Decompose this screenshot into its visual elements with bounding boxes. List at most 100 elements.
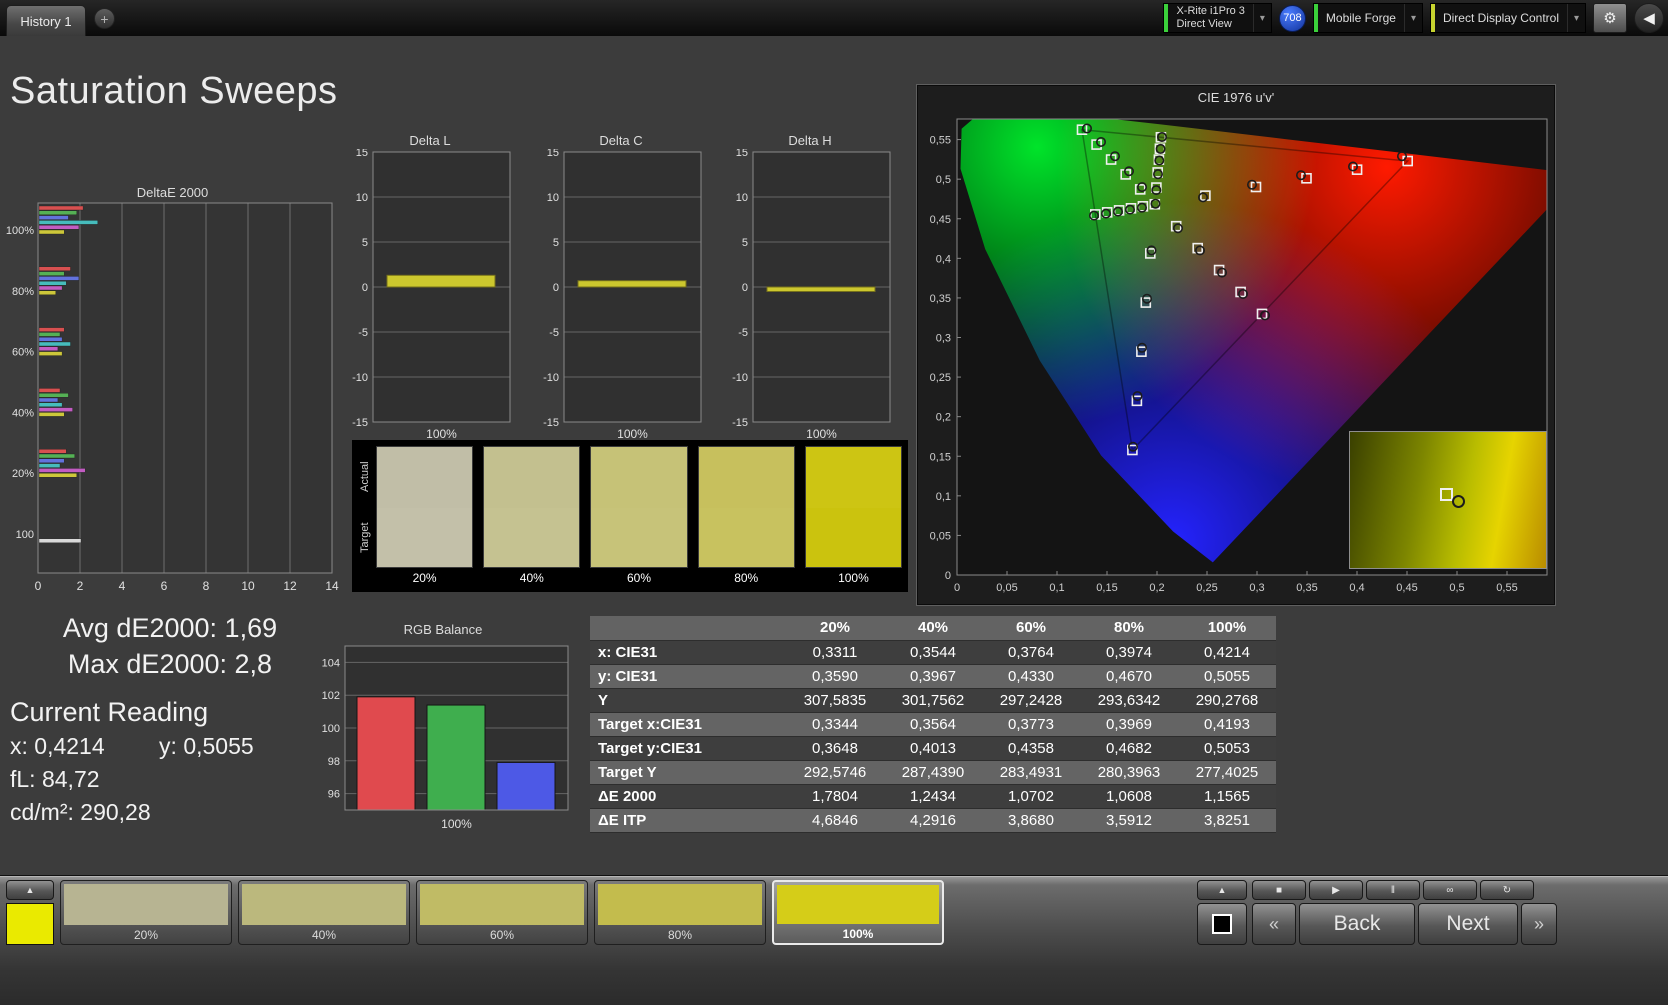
- svg-text:15: 15: [356, 149, 368, 159]
- svg-text:0,15: 0,15: [1096, 582, 1117, 594]
- target-swatch: [806, 508, 901, 567]
- pattern-level-label: 60%: [417, 928, 587, 942]
- table-row: Target x:CIE310,33440,35640,37730,39690,…: [590, 712, 1276, 736]
- table-cell: 280,3963: [1080, 760, 1178, 784]
- cie-chart-title: CIE 1976 u'v': [917, 90, 1555, 106]
- pattern-level-button-100%[interactable]: 100%: [772, 880, 944, 945]
- play-button[interactable]: ▶: [1309, 880, 1363, 900]
- svg-text:0,05: 0,05: [996, 582, 1017, 594]
- history-tab-label: History 1: [20, 14, 71, 29]
- actual-target-swatch-strip: Actual Target 20%40%60%80%100%: [352, 440, 908, 592]
- svg-text:5: 5: [742, 237, 748, 249]
- svg-text:40%: 40%: [12, 407, 34, 419]
- rgb-balance-chart: RGB Balance 9698100102104100%: [312, 622, 574, 837]
- table-row-label: ΔE ITP: [590, 808, 786, 832]
- pause-button[interactable]: ‖: [1366, 880, 1420, 900]
- svg-text:0,2: 0,2: [936, 412, 951, 424]
- actual-swatch: [699, 447, 794, 508]
- swatch-pair: [805, 446, 902, 568]
- table-cell: 0,5055: [1178, 664, 1276, 688]
- pattern-level-label: 40%: [239, 928, 409, 942]
- svg-text:0,45: 0,45: [1396, 582, 1417, 594]
- table-row: x: CIE310,33110,35440,37640,39740,4214: [590, 640, 1276, 664]
- svg-text:-15: -15: [352, 417, 368, 429]
- pattern-level-swatch: [598, 884, 762, 925]
- pattern-level-buttons: 20% 40% 60% 80% 100%: [60, 880, 944, 945]
- collapse-panel-button[interactable]: ◀: [1634, 3, 1664, 33]
- table-column-header: 60%: [982, 616, 1080, 640]
- pattern-level-label: 80%: [595, 928, 765, 942]
- svg-text:96: 96: [328, 789, 340, 801]
- svg-text:102: 102: [322, 690, 340, 702]
- history-tab[interactable]: History 1: [6, 5, 86, 36]
- pattern-level-button-80%[interactable]: 80%: [594, 880, 766, 945]
- svg-text:-5: -5: [738, 327, 748, 339]
- pattern-window-button[interactable]: [1197, 903, 1247, 945]
- svg-text:0,1: 0,1: [1049, 582, 1064, 594]
- measurement-table: 20%40%60%80%100% x: CIE310,33110,35440,3…: [590, 616, 1276, 833]
- table-cell: 0,3773: [982, 712, 1080, 736]
- expand-transport-panel-button[interactable]: ▲: [1197, 880, 1247, 900]
- back-button[interactable]: Back: [1299, 903, 1415, 945]
- rgb-balance-chart-title: RGB Balance: [312, 622, 574, 638]
- deltae2000-chart-canvas: 02468101214100%80%60%40%20%100: [0, 201, 345, 593]
- next-button[interactable]: Next: [1418, 903, 1518, 945]
- swatch-column-label: 60%: [590, 568, 687, 588]
- settings-gear-button[interactable]: ⚙: [1593, 3, 1627, 33]
- table-cell: 3,5912: [1080, 808, 1178, 832]
- svg-text:0,3: 0,3: [936, 333, 951, 345]
- table-cell: 0,4358: [982, 736, 1080, 760]
- continuous-read-button[interactable]: ∞: [1423, 880, 1477, 900]
- source-dropdown[interactable]: Mobile Forge ▾: [1313, 3, 1423, 33]
- svg-text:5: 5: [553, 237, 559, 249]
- target-row-label: Target: [354, 507, 376, 568]
- fl-reading: fL: 84,72: [10, 763, 330, 796]
- svg-text:10: 10: [547, 192, 559, 204]
- table-row-label: Target Y: [590, 760, 786, 784]
- svg-text:10: 10: [356, 192, 368, 204]
- refresh-button[interactable]: ↻: [1480, 880, 1534, 900]
- table-cell: 287,4390: [884, 760, 982, 784]
- svg-text:-5: -5: [358, 327, 368, 339]
- svg-text:-15: -15: [732, 417, 748, 429]
- table-cell: 301,7562: [884, 688, 982, 712]
- table-cell: 0,3544: [884, 640, 982, 664]
- meter-profile-badge[interactable]: 708: [1279, 5, 1306, 32]
- svg-text:-15: -15: [543, 417, 559, 429]
- table-cell: 292,5746: [786, 760, 884, 784]
- svg-text:0: 0: [954, 582, 960, 594]
- display-control-dropdown[interactable]: Direct Display Control ▾: [1430, 3, 1586, 33]
- pattern-level-button-60%[interactable]: 60%: [416, 880, 588, 945]
- svg-text:0,2: 0,2: [1149, 582, 1164, 594]
- pattern-level-button-40%[interactable]: 40%: [238, 880, 410, 945]
- svg-text:0,1: 0,1: [936, 491, 951, 503]
- svg-text:0,25: 0,25: [1196, 582, 1217, 594]
- skip-forward-button[interactable]: »: [1521, 903, 1557, 945]
- svg-text:4: 4: [119, 579, 126, 593]
- svg-text:0,4: 0,4: [1349, 582, 1364, 594]
- expand-pattern-panel-button[interactable]: ▲: [6, 880, 54, 900]
- skip-back-button[interactable]: «: [1252, 903, 1296, 945]
- svg-text:12: 12: [283, 579, 297, 593]
- readings-panel: Avg dE2000: 1,69 Max dE2000: 2,8 Current…: [10, 610, 330, 829]
- current-reading-title: Current Reading: [10, 694, 330, 730]
- table-cell: 0,4193: [1178, 712, 1276, 736]
- svg-text:0,55: 0,55: [930, 135, 951, 147]
- display-control-label: Direct Display Control: [1435, 4, 1567, 32]
- swatch-row-labels: Actual Target: [354, 446, 376, 568]
- add-tab-button[interactable]: +: [94, 8, 115, 29]
- swatch-pair: [483, 446, 580, 568]
- table-cell: 307,5835: [786, 688, 884, 712]
- meter-dropdown[interactable]: X-Rite i1Pro 3Direct View ▾: [1163, 3, 1271, 33]
- table-row-label: Y: [590, 688, 786, 712]
- table-cell: 0,3590: [786, 664, 884, 688]
- svg-text:5: 5: [362, 237, 368, 249]
- actual-swatch: [484, 447, 579, 508]
- delta-l-chart-title: Delta L: [345, 133, 515, 149]
- max-de2000-reading: Max dE2000: 2,8: [10, 646, 330, 682]
- stop-button[interactable]: ■: [1252, 880, 1306, 900]
- table-cell: 283,4931: [982, 760, 1080, 784]
- pattern-level-button-20%[interactable]: 20%: [60, 880, 232, 945]
- table-cell: 0,3648: [786, 736, 884, 760]
- svg-text:15: 15: [547, 149, 559, 159]
